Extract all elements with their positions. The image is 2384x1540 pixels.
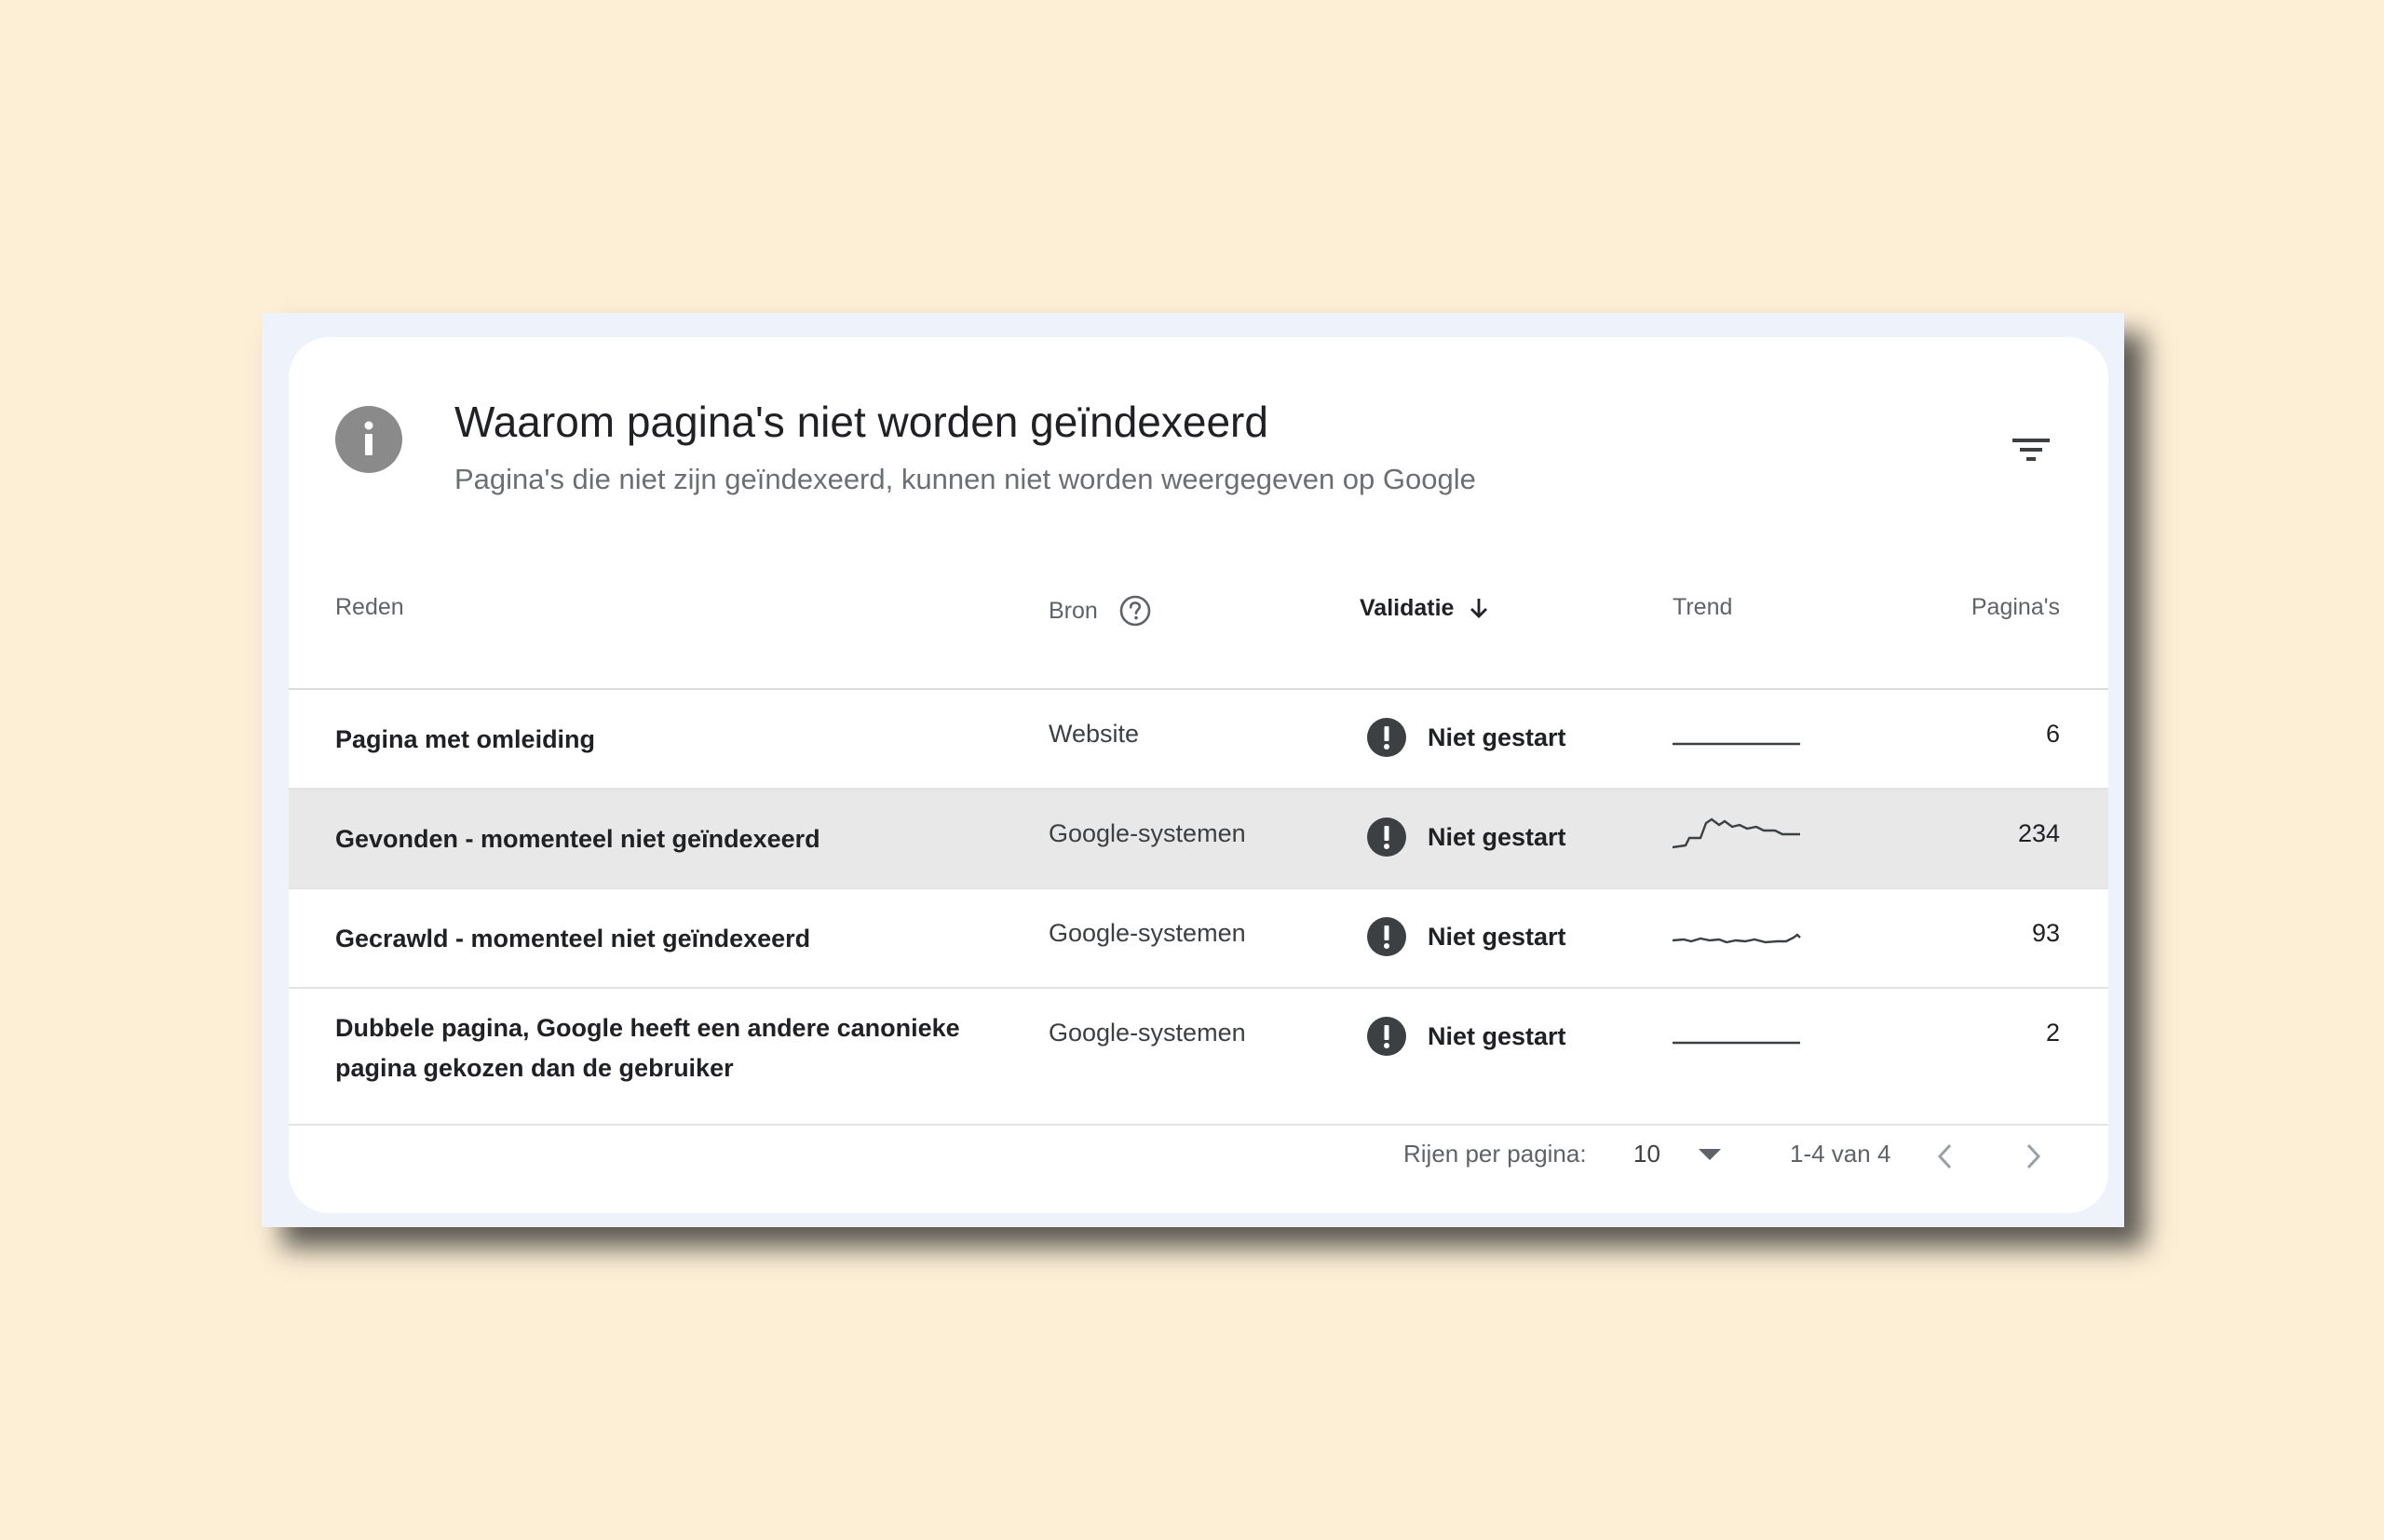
- row-reason: Gecrawld - momenteel niet geïndexeerd: [335, 925, 811, 952]
- row-source: Google-systemen: [1049, 919, 1246, 947]
- pagination-range: 1-4 van 4: [1790, 1140, 1891, 1168]
- row-reason: Gevonden - momenteel niet geïndexeerd: [335, 825, 820, 853]
- column-header-validation[interactable]: Validatie: [1360, 594, 1493, 622]
- filter-button[interactable]: [2008, 426, 2054, 473]
- filter-icon: [2012, 439, 2050, 461]
- table-row[interactable]: Gevonden - momenteel niet geïndexeerd Go…: [289, 790, 2108, 889]
- column-header-reason[interactable]: Reden: [335, 594, 404, 621]
- rows-per-page-label: Rijen per pagina:: [1403, 1140, 1587, 1168]
- card-subtitle: Pagina's die niet zijn geïndexeerd, kunn…: [454, 463, 1476, 495]
- row-source: Google-systemen: [1049, 819, 1246, 847]
- exclamation-circle-icon: [1367, 1017, 1406, 1056]
- rows-per-page-value: 10: [1633, 1140, 1660, 1168]
- rows-per-page-select[interactable]: 10: [1633, 1140, 1722, 1169]
- column-header-validation-label: Validatie: [1360, 594, 1455, 621]
- row-pages: 2: [2045, 1019, 2060, 1047]
- column-header-source-label: Bron: [1049, 597, 1098, 624]
- previous-page-button[interactable]: [1927, 1138, 1964, 1175]
- page-background: Waarom pagina's niet worden geïndexeerd …: [0, 0, 2384, 1540]
- row-validation-label: Niet gestart: [1428, 723, 1566, 751]
- row-validation-label: Niet gestart: [1428, 1021, 1566, 1050]
- row-validation: Niet gestart: [1366, 1016, 1566, 1057]
- column-header-source[interactable]: Bron: [1049, 594, 1152, 628]
- row-source: Website: [1049, 720, 1140, 748]
- table-row[interactable]: Dubbele pagina, Google heeft een andere …: [289, 989, 2108, 1126]
- exclamation-circle-icon: [1367, 917, 1406, 956]
- info-icon: [335, 406, 402, 473]
- column-header-trend[interactable]: Trend: [1673, 594, 1732, 621]
- column-header-pages-label: Pagina's: [1971, 594, 2060, 620]
- row-reason-line: pagina gekozen dan de gebruiker: [335, 1054, 734, 1082]
- not-indexed-reasons-card: Waarom pagina's niet worden geïndexeerd …: [289, 337, 2108, 1213]
- row-reason-line: Dubbele pagina, Google heeft een andere …: [335, 1014, 960, 1042]
- chevron-left-icon: [1937, 1143, 1952, 1169]
- column-header-reason-label: Reden: [335, 594, 404, 620]
- row-source: Google-systemen: [1049, 1019, 1246, 1047]
- arrow-down-icon: [1470, 599, 1488, 618]
- row-validation-label: Niet gestart: [1428, 922, 1566, 951]
- column-header-pages[interactable]: Pagina's: [1971, 594, 2060, 621]
- row-reason: Pagina met omleiding: [335, 725, 596, 753]
- screenshot-frame: Waarom pagina's niet worden geïndexeerd …: [262, 313, 2124, 1227]
- caret-down-icon: [1698, 1148, 1721, 1160]
- table-row[interactable]: Pagina met omleiding Website Niet gestar…: [289, 690, 2108, 790]
- exclamation-circle-icon: [1367, 817, 1406, 857]
- row-pages: 234: [2017, 819, 2060, 847]
- row-trend-sparkline: [1672, 810, 1803, 859]
- row-reason: Dubbele pagina, Google heeft een andere …: [335, 1008, 960, 1088]
- row-validation: Niet gestart: [1366, 817, 1566, 858]
- row-trend-sparkline: [1672, 925, 1803, 959]
- row-trend-sparkline: [1673, 1032, 1803, 1060]
- row-validation-label: Niet gestart: [1428, 822, 1566, 851]
- column-header-trend-label: Trend: [1673, 594, 1733, 620]
- next-page-button[interactable]: [2014, 1138, 2052, 1175]
- exclamation-circle-icon: [1367, 718, 1406, 757]
- chevron-right-icon: [2026, 1143, 2041, 1169]
- table-row[interactable]: Gecrawld - momenteel niet geïndexeerd Go…: [289, 889, 2108, 989]
- row-validation: Niet gestart: [1366, 916, 1566, 957]
- card-title: Waarom pagina's niet worden geïndexeerd: [454, 398, 1268, 446]
- row-pages: 6: [2045, 720, 2060, 748]
- row-validation: Niet gestart: [1366, 717, 1566, 758]
- help-circle-icon[interactable]: [1118, 594, 1152, 628]
- row-trend-sparkline: [1673, 733, 1803, 762]
- row-pages: 93: [2031, 919, 2060, 947]
